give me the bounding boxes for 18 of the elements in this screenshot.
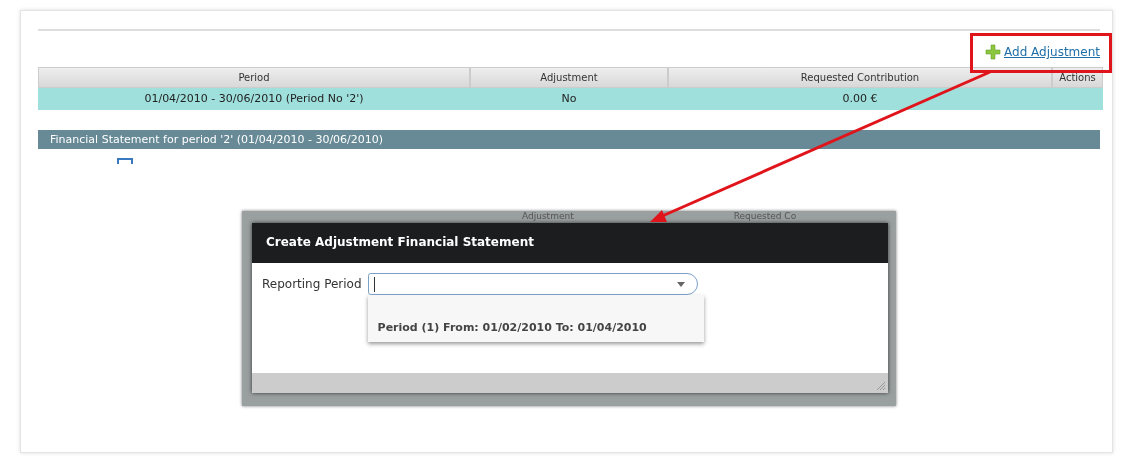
column-header: Adjustment — [522, 211, 574, 221]
column-header: Requested Contribution — [668, 67, 1052, 88]
resize-grip-icon — [876, 381, 886, 391]
field-label: Reporting Period — [262, 277, 362, 293]
table-cell: No — [470, 88, 668, 110]
column-header: Actions — [1052, 67, 1103, 88]
checkbox[interactable] — [117, 158, 133, 164]
plus-icon — [985, 44, 1002, 60]
table-cell: 01/04/2010 - 30/06/2010 (Period No '2') — [38, 88, 470, 110]
column-header: Period — [38, 67, 470, 88]
column-header: Adjustment — [470, 67, 668, 88]
add-adjustment-link[interactable]: Add Adjustment — [985, 44, 1100, 60]
caret-icon — [676, 281, 685, 287]
dropdown-option[interactable]: Period (1) From: 01/02/2010 To: 01/04/2010 — [377, 321, 694, 334]
column-header: Requested Co — [733, 211, 797, 221]
section-header-bar: Financial Statement for period '2' (01/04/2010 - 30/06/2010) — [38, 130, 1100, 149]
dialog-title: Create Adjustment Financial Statement — [252, 223, 888, 263]
table-cell: 0.00 € — [668, 88, 1052, 110]
